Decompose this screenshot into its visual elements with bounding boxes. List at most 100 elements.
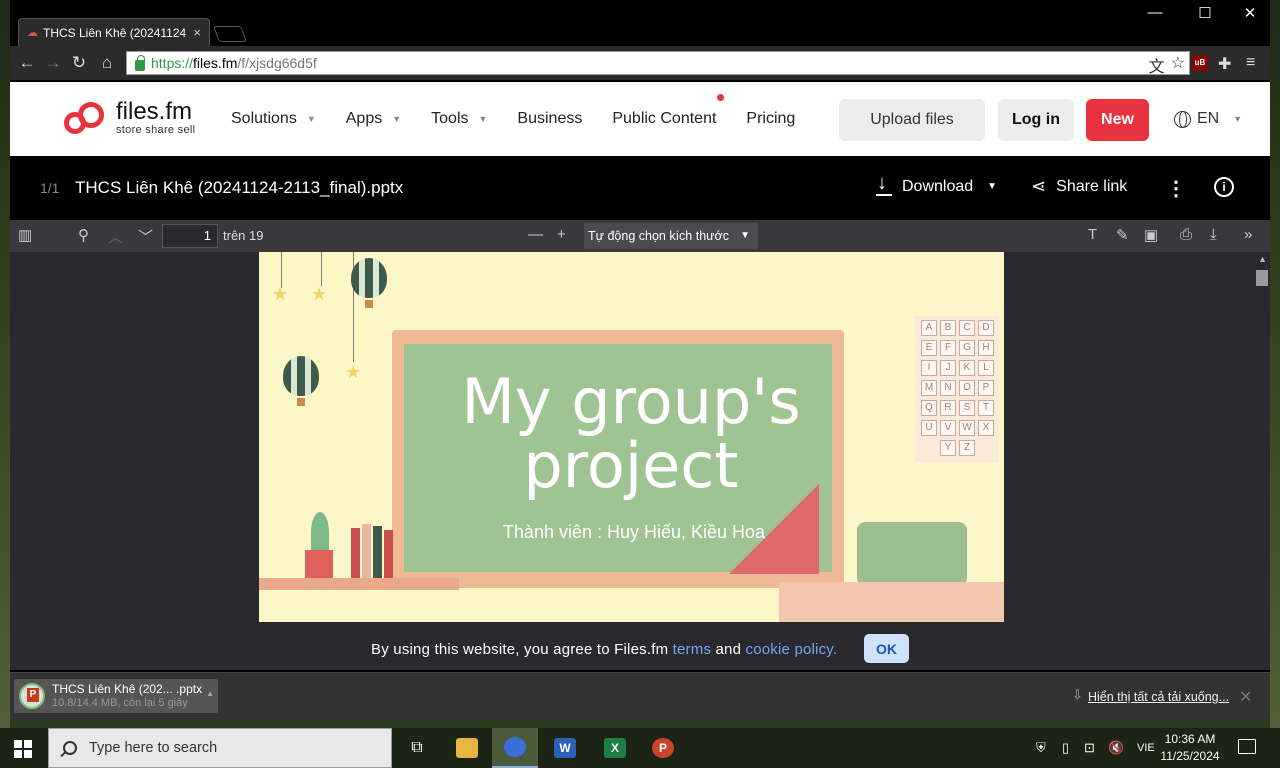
page-count: trên 19 <box>223 228 264 243</box>
sidebar-toggle-icon[interactable]: ▥ <box>18 226 32 244</box>
alphabet-grid: ABCD EFGH IJKL MNOP QRST UVWX YZ <box>921 320 994 456</box>
cookie-text: By using this website, you agree to File… <box>371 640 838 658</box>
url-path: /f/xjsdg66d5f <box>237 55 317 71</box>
search-icon[interactable]: ⚲ <box>78 226 89 244</box>
translate-icon[interactable]: 文 <box>1149 53 1165 77</box>
chevron-down-icon: ▼ <box>306 114 316 124</box>
network-icon[interactable]: ⊡ <box>1084 740 1095 756</box>
close-download-shelf-icon[interactable]: ✕ <box>1239 687 1252 707</box>
excel-button[interactable]: X <box>592 728 638 768</box>
scroll-thumb[interactable] <box>1256 270 1268 286</box>
desktop-background-right <box>1270 0 1280 728</box>
print-icon[interactable]: ⎙ <box>1180 226 1192 243</box>
menu-solutions[interactable]: Solutions ▼ <box>231 110 316 128</box>
taskbar-search-input[interactable]: Type here to search <box>48 728 392 768</box>
menu-tools[interactable]: Tools ▼ <box>431 110 487 128</box>
powerpoint-icon: P <box>652 738 674 758</box>
site-header: files.fm store share sell Solutions ▼ App… <box>10 82 1270 156</box>
zoom-in-icon[interactable]: + <box>557 226 566 243</box>
clock-time: 10:36 AM <box>1164 732 1216 746</box>
scroll-up-icon[interactable]: ▲ <box>1258 254 1267 264</box>
download-shelf: THCS Liên Khê (202... .pptx 10.8/14.4 MB… <box>10 672 1270 720</box>
slide-page: ★ ★ ★ ABCD EF G H I J K L M N O P Q R S … <box>259 252 1004 622</box>
menu-apps[interactable]: Apps ▼ <box>346 110 401 128</box>
ublock-extension-icon[interactable]: uB <box>1192 55 1208 71</box>
lock-icon <box>135 54 145 71</box>
new-button[interactable]: New <box>1086 99 1149 141</box>
more-options-icon[interactable]: ⋮ <box>1166 176 1186 201</box>
download-item[interactable]: THCS Liên Khê (202... .pptx 10.8/14.4 MB… <box>14 679 218 713</box>
bookmark-star-icon[interactable]: ☆ <box>1171 53 1185 77</box>
slide-title: My group's project <box>461 365 801 502</box>
maximize-button[interactable]: ☐ <box>1190 4 1220 22</box>
zoom-select[interactable]: Tự động chọn kích thước ▼ <box>584 223 758 249</box>
download-button[interactable]: Download ▼ <box>876 172 997 196</box>
chevron-up-icon[interactable]: ▲ <box>206 689 214 698</box>
excel-icon: X <box>604 738 626 758</box>
plant-illustration <box>299 512 339 578</box>
windows-start-icon[interactable] <box>14 740 32 758</box>
browser-tab[interactable]: ☁ THCS Liên Khê (20241124 × <box>18 18 210 46</box>
extensions-puzzle-icon[interactable]: ✚ <box>1218 54 1231 74</box>
chevron-down-icon: ▼ <box>478 114 488 124</box>
info-icon[interactable]: i <box>1214 177 1234 197</box>
cookie-policy-link[interactable]: cookie policy. <box>746 641 838 658</box>
upload-files-button[interactable]: Upload files <box>839 99 985 141</box>
url-host: files.fm <box>193 55 238 71</box>
address-bar[interactable]: https:// files.fm /f/xjsdg66d5f 文 ☆ <box>126 51 1190 77</box>
menu-public-content[interactable]: Public Content <box>612 94 725 128</box>
word-icon: W <box>554 738 576 758</box>
files-fm-logo[interactable]: files.fm store share sell <box>62 100 195 136</box>
save-icon[interactable]: ⤓ <box>1210 226 1217 243</box>
reload-icon[interactable]: ↻ <box>68 52 90 74</box>
volume-muted-icon[interactable]: 🔇 <box>1108 740 1124 756</box>
login-button[interactable]: Log in <box>998 99 1074 141</box>
document-viewer[interactable]: ★ ★ ★ ABCD EF G H I J K L M N O P Q R S … <box>10 252 1270 628</box>
cookie-ok-button[interactable]: OK <box>864 634 909 663</box>
more-tools-icon[interactable]: » <box>1244 226 1252 243</box>
forward-arrow-icon[interactable]: → <box>42 52 64 74</box>
next-page-icon[interactable]: ﹀ <box>138 226 153 247</box>
task-view-button[interactable]: ⧉ <box>394 728 440 768</box>
input-language[interactable]: VIE <box>1137 742 1155 754</box>
language-selector[interactable]: EN ▼ <box>1174 110 1242 128</box>
browser-toolbar: ← → ↻ ⌂ https:// files.fm /f/xjsdg66d5f … <box>10 46 1270 80</box>
menu-business[interactable]: Business <box>517 110 582 128</box>
new-tab-button[interactable] <box>213 26 247 42</box>
browser-menu-icon[interactable]: ≡ <box>1246 54 1255 72</box>
page-number-input[interactable]: 1 <box>162 224 218 248</box>
text-tool-icon[interactable]: T <box>1088 226 1097 243</box>
terms-link[interactable]: terms <box>673 641 712 658</box>
clock-date: 11/25/2024 <box>1160 749 1220 763</box>
share-link-button[interactable]: ⋖ Share link <box>1031 176 1127 197</box>
draw-pen-icon[interactable]: ✎ <box>1116 226 1129 244</box>
system-clock[interactable]: 10:36 AM 11/25/2024 <box>1158 731 1222 765</box>
download-label: Download <box>902 177 974 195</box>
minimize-button[interactable]: — <box>1140 4 1170 21</box>
back-arrow-icon[interactable]: ← <box>16 52 38 74</box>
tab-title: THCS Liên Khê (20241124 <box>43 25 187 40</box>
chair-illustration <box>857 522 967 586</box>
zoom-out-icon[interactable]: — <box>528 226 543 243</box>
usb-device-icon[interactable]: ▯ <box>1062 740 1069 756</box>
previous-page-icon[interactable]: ︿ <box>108 226 123 247</box>
powerpoint-button[interactable]: P <box>640 728 686 768</box>
share-icon: ⋖ <box>1031 176 1047 196</box>
home-icon[interactable]: ⌂ <box>96 52 118 74</box>
close-window-button[interactable]: ✕ <box>1235 4 1265 22</box>
browser-window: ☁ THCS Liên Khê (20241124 × — ☐ ✕ ← → ↻ … <box>10 0 1270 720</box>
menu-pricing[interactable]: Pricing <box>746 110 795 128</box>
books-illustration <box>351 522 411 578</box>
security-shield-icon[interactable]: ⛨ <box>1036 740 1046 756</box>
viewer-scrollbar[interactable]: ▲ <box>1254 252 1270 628</box>
tab-close-icon[interactable]: × <box>193 25 201 40</box>
browser-taskbar-button[interactable] <box>492 728 538 768</box>
word-button[interactable]: W <box>542 728 588 768</box>
file-count: 1/1 <box>40 180 60 196</box>
pdf-toolbar: ▥ ⚲ ︿ ﹀ 1 trên 19 — + Tự động chọn kích … <box>10 220 1270 252</box>
zoom-value: Tự động chọn kích thước <box>588 229 729 243</box>
show-all-downloads-link[interactable]: Hiển thị tất cả tải xuống... <box>1088 690 1229 704</box>
file-explorer-button[interactable] <box>444 728 490 768</box>
notification-center-icon[interactable] <box>1238 739 1256 754</box>
image-tool-icon[interactable]: ▣ <box>1144 226 1158 244</box>
